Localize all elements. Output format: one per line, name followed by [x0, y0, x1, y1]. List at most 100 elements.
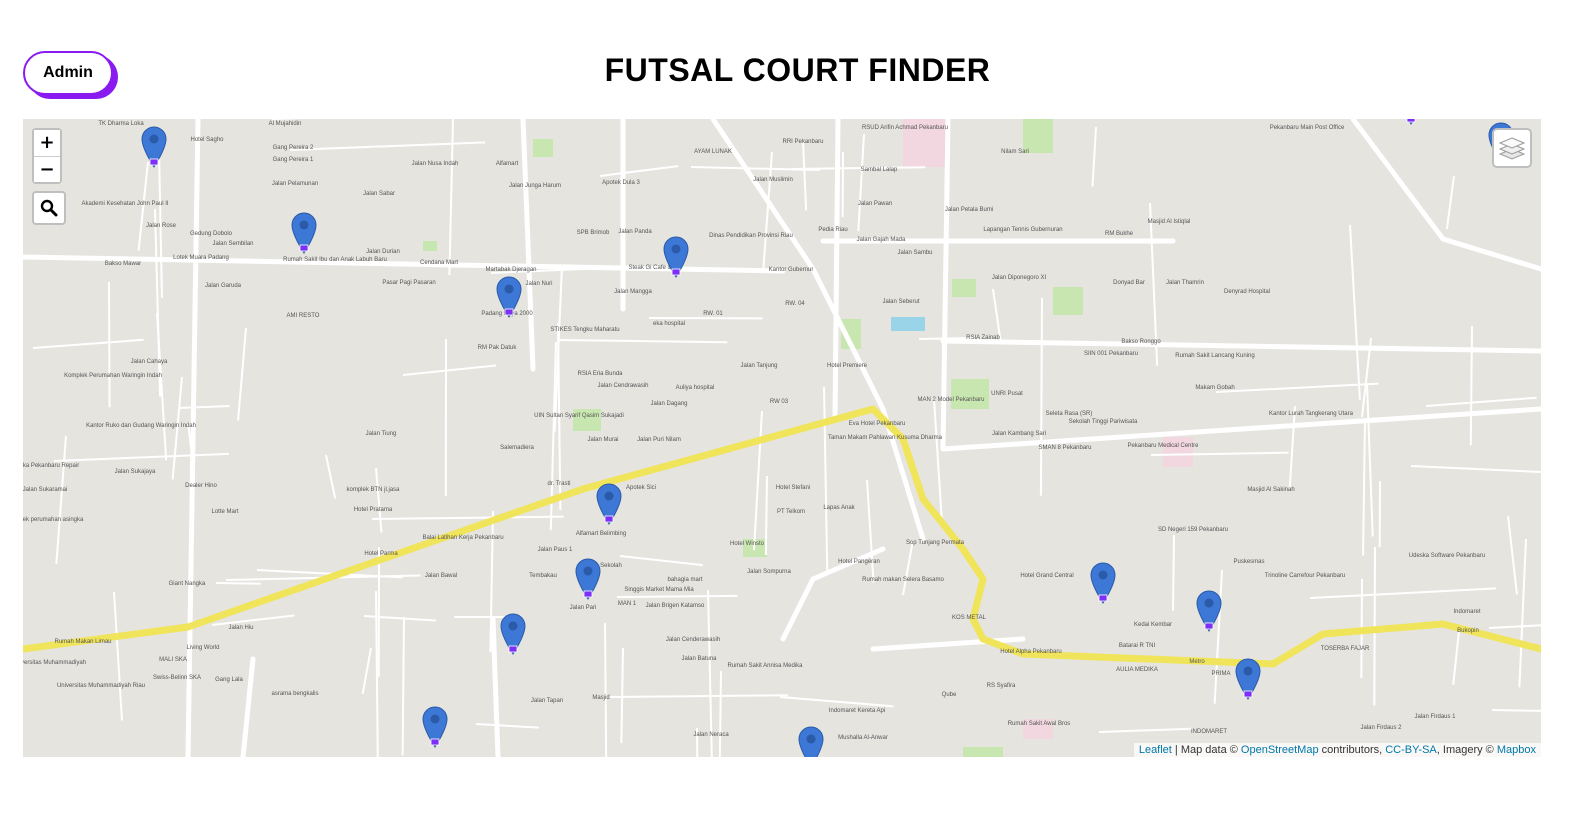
map-label: Hotel Parma — [364, 551, 398, 557]
map-attribution: Leaflet | Map data © OpenStreetMap contr… — [1133, 743, 1541, 757]
map-label: Hotel Premiere — [827, 363, 868, 369]
map-label: komplek perumahan asingka — [23, 517, 84, 523]
map-label: Rumah Sakit Lancang Kuning — [1175, 353, 1254, 359]
map-label: Jalan Rose — [146, 223, 177, 229]
map-label: Jalan Nusa Indah — [412, 161, 459, 167]
minor-road — [616, 594, 738, 598]
map-label: Jalan Durian — [366, 249, 400, 255]
map-label: Jalan Hiu — [228, 625, 253, 631]
map-label: Jalan Pawan — [858, 201, 892, 207]
map-label: Taman Makam Pahlawan Kusuma Dharma — [828, 435, 943, 441]
map-label: Denyrad Hospital — [1224, 289, 1270, 295]
osm-link[interactable]: OpenStreetMap — [1241, 744, 1319, 756]
map-label: Masjid — [592, 695, 609, 701]
map-label: RSUD Arifin Achmad Pekanbaru — [862, 125, 948, 131]
map-label: Gang Lala — [215, 677, 243, 683]
map-label: SIIN 001 Pekanbaru — [1084, 351, 1138, 357]
map-label: Lapas Anak — [823, 505, 855, 511]
map-label: Seleta Rasa (SR) — [1046, 411, 1093, 417]
map-label: Eva Hotel Pekanbaru — [849, 421, 906, 427]
map-label: Giant Nangka — [169, 581, 206, 587]
map-label: Makam Gobah — [1195, 385, 1234, 391]
map-label: Kantor Lurah Tangkerang Utara — [1269, 411, 1354, 417]
map-label: SD Negeri 159 Pekanbaru — [1158, 527, 1228, 533]
minor-road — [1469, 325, 1473, 446]
map-label: Jalan Nuri — [525, 281, 552, 287]
map-search-button[interactable] — [32, 191, 66, 225]
map-label: Bukopin — [1457, 628, 1479, 634]
zoom-control: + − — [32, 128, 62, 184]
map-label: Jalan Mangga — [614, 289, 652, 295]
map-label: PT Telkom — [777, 509, 805, 515]
map-label: Jalan Tapan — [531, 698, 563, 704]
layers-icon — [1498, 137, 1526, 160]
map-label: Jalan Garuda — [205, 283, 242, 289]
map-label: Pekanbaru Medical Centre — [1127, 443, 1199, 449]
map-view[interactable]: TK Dharma Loka Al Mujahidin Hotel Sagho Gan… — [23, 119, 1541, 757]
map-label: Jalan Sukaramai — [23, 487, 67, 493]
map-label: Jalan Cahaya — [131, 359, 168, 365]
zoom-out-button[interactable]: − — [34, 156, 60, 182]
map-label: Sop Tunjang Permata — [906, 540, 965, 546]
mapbox-link[interactable]: Mapbox — [1497, 744, 1536, 756]
map-label: Jalan Tiung — [366, 431, 397, 437]
map-label: Apotek Dula 3 — [602, 180, 640, 186]
map-label: komplek BTN jl.jasa — [346, 487, 400, 493]
map-label: Gedung Dobolo — [190, 231, 233, 237]
map-label: Hotel Sagho — [190, 137, 224, 143]
map-label: UIN Sultan Syarif Qasim Sukajadi — [534, 413, 624, 419]
map-label: Cendana Mart — [420, 260, 458, 266]
map-label: Rumah Sakit Annisa Medika — [727, 663, 803, 669]
map-label: Arengka Pekanbaru Repair — [23, 463, 79, 469]
map-label: Bakso Ronggo — [1121, 339, 1161, 345]
map-label: RW. 04 — [785, 301, 805, 307]
map-label: Jalan Paus 1 — [538, 547, 573, 553]
map-label: Hotel Grand Central — [1020, 573, 1073, 579]
map-label: MALI SKA — [159, 657, 187, 663]
map-label: PRIMA — [1211, 671, 1230, 677]
map-label: Singgis Market Mama Mia — [624, 587, 694, 593]
attribution-text: , Imagery © — [1436, 744, 1497, 756]
license-link[interactable]: CC-BY-SA — [1385, 744, 1437, 756]
map-label: Masjid Al Sakinah — [1247, 487, 1294, 493]
map-tiles[interactable]: TK Dharma Loka Al Mujahidin Hotel Sagho Gan… — [23, 119, 1541, 757]
map-label: Hotel Alpha Pekanbaru — [1000, 649, 1061, 655]
map-label: Jalan Diponegoro XI — [992, 275, 1047, 281]
map-label: Salemadiera — [500, 445, 534, 451]
map-label: dr. Trasti — [547, 481, 570, 487]
map-label: Jalan Pelamunan — [272, 181, 318, 187]
map-label: Jalan Murai — [587, 437, 618, 443]
map-label: Jalan Brigen Katamso — [646, 603, 705, 609]
leaflet-link[interactable]: Leaflet — [1139, 744, 1172, 756]
map-label: Gang Pereira 2 — [273, 145, 314, 151]
map-label: Jalan Sembilan — [212, 241, 253, 247]
map-label: Al Mujahidin — [269, 121, 302, 127]
map-label: Rumah Makan Limau — [54, 639, 111, 645]
layers-control[interactable] — [1492, 128, 1532, 168]
map-label: Jalan Panda — [618, 229, 652, 235]
minor-road — [215, 582, 261, 585]
map-label: Jalan Sambu — [897, 250, 932, 256]
map-label: UNRI Pusat — [991, 391, 1023, 397]
map-label: Donyad Bar — [1113, 280, 1145, 286]
search-icon — [40, 199, 58, 217]
map-label: Bakso Mawar — [105, 261, 141, 267]
map-label: Jalan Neraca — [693, 732, 729, 738]
map-label: Jalan Cenderawasih — [666, 637, 720, 643]
map-label: TOSERBA FAJAR — [1321, 646, 1370, 652]
map-label: Jalan Thamrin — [1166, 280, 1204, 286]
map-label: SPB Brimob — [577, 230, 610, 236]
attribution-text: | Map data © — [1171, 744, 1241, 756]
court-marker[interactable] — [798, 726, 824, 757]
map-label: RS Syafira — [987, 683, 1016, 689]
map-label: Jalan Firdaus 2 — [1360, 725, 1402, 731]
map-label: Jalan Pari — [570, 605, 597, 611]
zoom-in-button[interactable]: + — [34, 130, 60, 156]
map-label: Sekolah Tinggi Pariwisata — [1069, 419, 1138, 425]
map-label: asrama bengkalis — [271, 691, 318, 697]
map-label: bahagia mart — [667, 577, 702, 583]
map-label: RSIA Zainab — [966, 335, 1000, 341]
map-label: Jalan Gajah Mada — [857, 237, 906, 243]
map-label: Komplek Perumahan Waringin Indah — [64, 373, 162, 379]
map-label: Udeska Software Pekanbaru — [1409, 553, 1485, 559]
